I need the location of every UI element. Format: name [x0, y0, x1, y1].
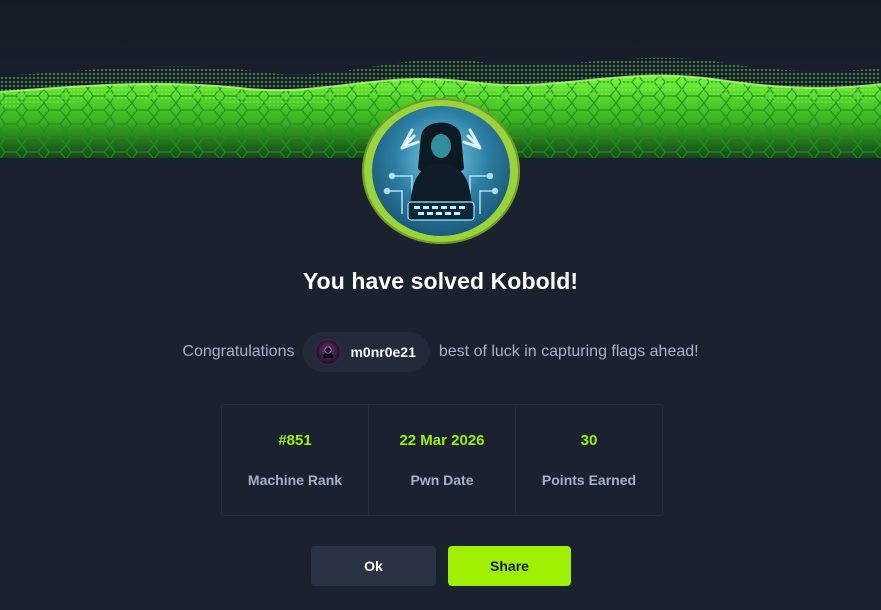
- stat-label: Machine Rank: [247, 472, 343, 488]
- ok-button[interactable]: Ok: [311, 546, 436, 586]
- stat-machine-rank: #851 Machine Rank: [222, 405, 369, 515]
- share-button[interactable]: Share: [448, 546, 571, 586]
- stat-points-earned: 30 Points Earned: [516, 405, 662, 515]
- stat-value: 22 Mar 2026: [399, 432, 485, 449]
- stat-value: 30: [580, 432, 598, 449]
- modal-title: You have solved Kobold!: [302, 268, 579, 294]
- congrats-suffix: best of luck in capturing flags ahead!: [438, 343, 699, 360]
- user-avatar: [315, 339, 342, 365]
- stat-label: Points Earned: [541, 472, 637, 488]
- stats-panel: #851 Machine Rank 22 Mar 2026 Pwn Date 3…: [221, 404, 663, 516]
- stat-label: Pwn Date: [410, 472, 474, 488]
- congratulations-row: Congratulations m0nr0e21 best of luck in…: [0, 332, 881, 372]
- stat-pwn-date: 22 Mar 2026 Pwn Date: [369, 405, 516, 515]
- solved-modal: You have solved Kobold! Congratulations …: [0, 0, 881, 610]
- user-chip[interactable]: m0nr0e21: [303, 332, 430, 372]
- stat-value: #851: [278, 432, 312, 449]
- username: m0nr0e21: [350, 344, 416, 360]
- congrats-prefix: Congratulations: [182, 343, 295, 360]
- hooded-hacker-icon: [372, 106, 510, 236]
